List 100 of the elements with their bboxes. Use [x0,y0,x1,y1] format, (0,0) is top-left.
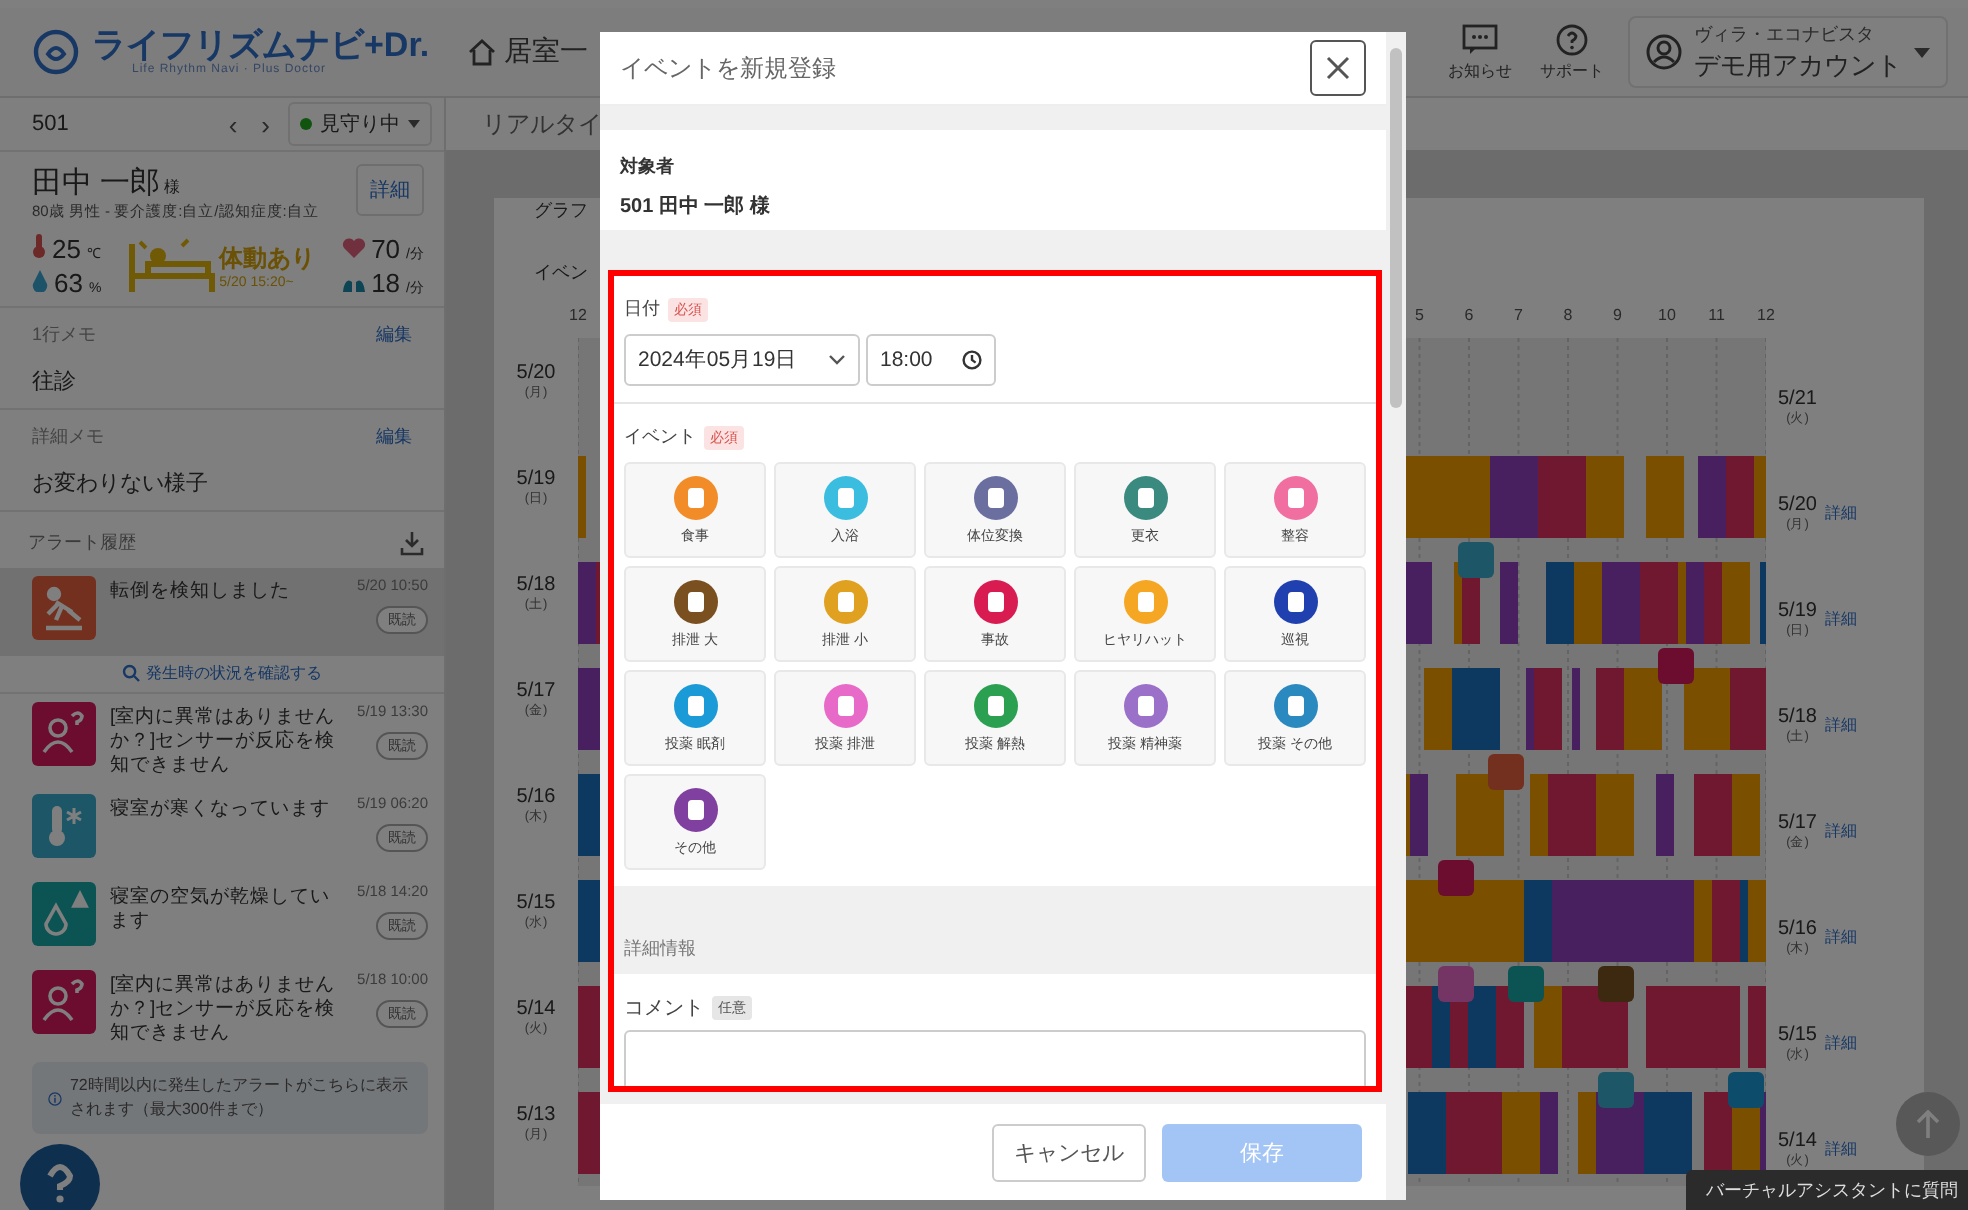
alert-marker-icon[interactable] [1598,1072,1634,1108]
date-field-label: 日付 [624,296,660,322]
clock-icon [962,350,982,370]
detail-link[interactable]: 詳細 [1824,714,1857,736]
date-label: 5/17 [516,680,556,702]
status-dropdown[interactable]: 見守り中 [288,102,432,146]
resident-name: 田中 一郎 [32,166,161,200]
memo-text: お変わりない様子 [32,469,210,498]
alert-marker-icon[interactable] [1488,754,1524,790]
caret-icon [408,120,420,128]
alert-marker-icon[interactable] [1598,966,1634,1002]
comment-label: コメント [624,996,704,1022]
drop-icon [32,270,48,292]
date-label: 5/20 [1778,493,1817,515]
edit-link[interactable]: 編集 [376,322,412,348]
previous-button[interactable]: ‹ [222,109,244,139]
date-label: 5/14 [516,998,556,1020]
temperature-value: 25 [52,234,81,264]
alert-marker-icon[interactable] [1438,966,1474,1002]
event-label: イベン [534,260,588,286]
comment-field[interactable] [624,1030,1366,1086]
person-icon [32,970,96,1034]
graph-label: グラフ [534,198,588,224]
alert-marker-icon[interactable] [1508,966,1544,1002]
alert-marker-icon[interactable] [1658,648,1694,684]
scrollbar[interactable] [1386,32,1406,1200]
chevron-down-icon [828,354,846,366]
person-icon [32,702,96,766]
cancel-button[interactable]: キャンセル [992,1123,1146,1181]
dialog-title: イベントを新規登録 [620,51,836,85]
axis-tick-label: 6 [1464,306,1474,324]
date-label: 5/19 [1778,599,1817,621]
falling-person-icon [32,576,96,640]
date-label: 5/19 [516,468,556,490]
detail-link[interactable]: 詳細 [1824,926,1857,948]
up-arrow-icon [1916,1110,1940,1138]
alert-marker-icon[interactable] [1728,1072,1764,1108]
virtual-assistant-button[interactable]: バーチャルアシスタントに質問 [1686,1170,1968,1210]
check-situation-link[interactable]: 発生時の状況を確認する [0,656,444,694]
thermometer-icon [32,794,96,858]
date-label: 5/15 [516,892,556,914]
question-icon [44,1164,76,1204]
notifications-button[interactable]: お知らせ [1444,23,1516,81]
next-button[interactable]: › [255,109,276,139]
axis-tick-label: 7 [1514,306,1523,324]
time-field[interactable]: 18:00 [866,334,996,386]
status-dot-icon [300,118,312,130]
alert-history-title: アラート履歴 [28,530,136,556]
info-text: 72時間以内に発生したアラートがこちらに表示されます（最大300件まで） [69,1074,410,1122]
room-number: 501 [32,112,69,136]
user-icon [1646,34,1682,70]
event-field-label: イベント [624,424,696,450]
axis-tick-label: 10 [1658,306,1676,324]
axis-tick-label: 12 [569,306,587,324]
support-button[interactable]: サポート [1536,23,1608,81]
axis-tick-label: 5 [1415,306,1424,324]
axis-tick-label: 11 [1708,306,1725,324]
date-label: 5/16 [516,786,556,808]
app-logo-text: ライフリズムナビ+Dr. [92,28,430,64]
humidity-value: 63 [54,268,83,298]
home-icon [468,38,496,66]
help-icon [1556,23,1588,55]
detail-link[interactable]: 詳細 [1824,820,1857,842]
alert-message: 寝室の空気が乾燥しています [110,884,332,934]
drop-icon [32,882,96,946]
realtime-tab[interactable]: リアルタイ [482,107,602,141]
date-select[interactable]: 2024年05月19日 [624,334,860,386]
date-label: 5/20 [516,362,556,384]
thermometer-icon [32,234,46,258]
close-icon [1326,56,1350,80]
alert-message: 寝室が寒くなっています [110,796,332,822]
close-button[interactable] [1310,40,1366,96]
alert-message: [室内に異常はありませんか？]センサーが反応を検知できません [110,972,338,1046]
heart-rate-value: 70 [371,234,401,264]
date-label: 5/21 [1778,387,1817,409]
date-label: 5/16 [1778,917,1817,939]
date-label: 5/14 [1778,1129,1817,1151]
memo-label: 1行メモ [32,322,97,348]
account-menu[interactable]: ヴィラ・エコナビスタ デモ用アカウント [1628,16,1948,88]
message-icon [1462,23,1498,55]
download-icon[interactable] [400,531,424,555]
detail-link[interactable]: 詳細 [1824,608,1857,630]
logo-icon [32,28,84,76]
search-icon [122,664,140,682]
detail-button[interactable]: 詳細 [356,164,424,216]
alert-marker-icon[interactable] [1458,542,1494,578]
detail-link[interactable]: 詳細 [1824,502,1857,524]
axis-tick-label: 12 [1757,306,1775,324]
detail-link[interactable]: 詳細 [1824,1032,1857,1054]
alert-marker-icon[interactable] [1438,860,1474,896]
axis-tick-label: 8 [1563,306,1573,324]
axis-tick-label: 9 [1613,306,1622,324]
detail-link[interactable]: 詳細 [1824,1138,1857,1160]
honorific: 様 [164,178,181,196]
room-list-link[interactable]: 居室一 [468,34,588,70]
activity-status: 体動あり [219,242,316,275]
alert-message: [室内に異常はありませんか？]センサーが反応を検知できません [110,704,338,778]
date-label: 5/15 [1778,1023,1817,1045]
info-icon [48,1087,62,1109]
edit-link[interactable]: 編集 [376,424,412,450]
